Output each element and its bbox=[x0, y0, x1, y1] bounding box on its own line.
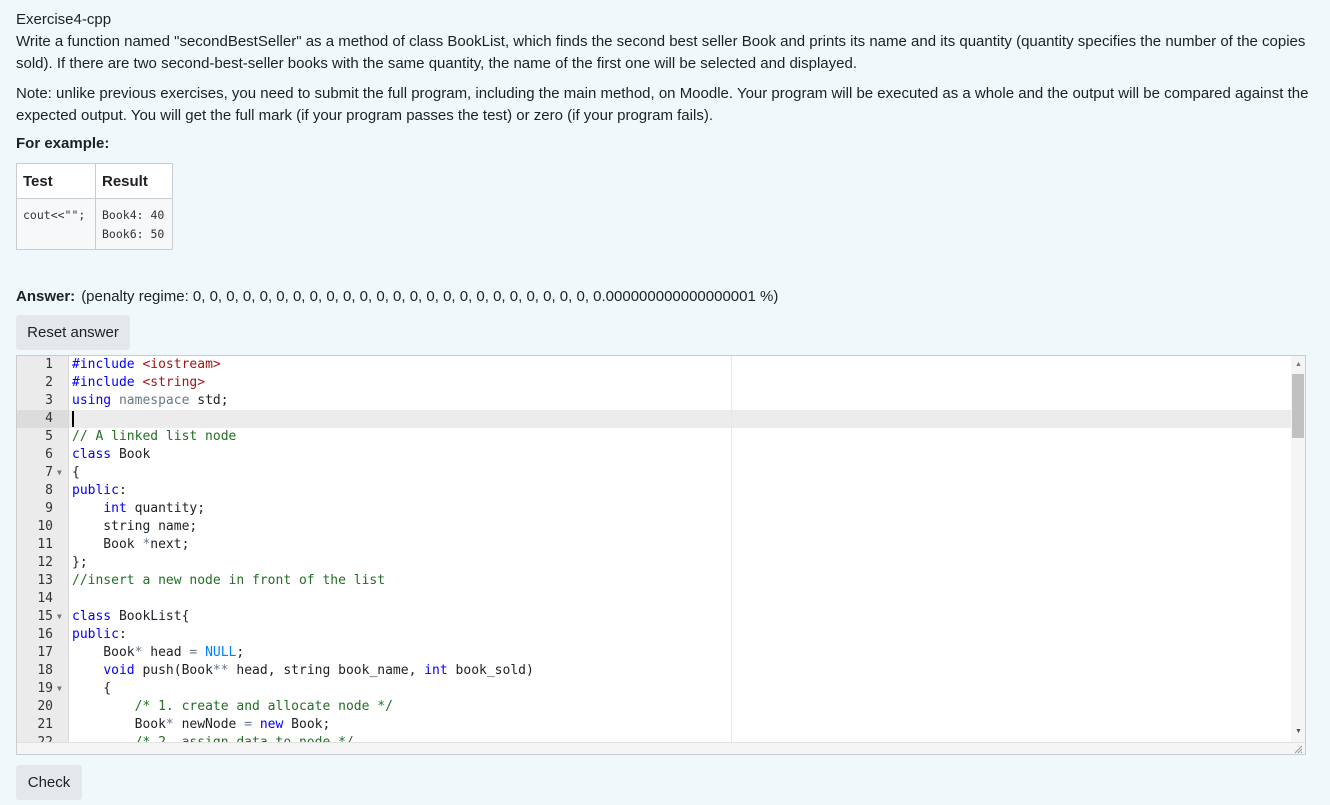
code-line: 11 Book *next; bbox=[17, 536, 1305, 554]
code-line: 6 class Book bbox=[17, 446, 1305, 464]
code-line: 19 ▼ { bbox=[17, 680, 1305, 698]
header-result: Result bbox=[95, 163, 173, 199]
code-editor[interactable]: 1 #include <iostream> 2 #include <string> … bbox=[16, 355, 1306, 755]
line-number: 10 bbox=[37, 519, 53, 534]
code-line: 4 bbox=[17, 410, 1305, 428]
code-line: 9 int quantity; bbox=[17, 500, 1305, 518]
line-number: 11 bbox=[37, 537, 53, 552]
example-table-header: Test Result bbox=[16, 163, 173, 199]
editor-resize-bar bbox=[17, 742, 1305, 754]
penalty-regime: (penalty regime: 0, 0, 0, 0, 0, 0, 0, 0,… bbox=[81, 288, 779, 305]
code-line: 3 using namespace std; bbox=[17, 392, 1305, 410]
line-number: 17 bbox=[37, 645, 53, 660]
code-line: 10 string name; bbox=[17, 518, 1305, 536]
line-number: 9 bbox=[45, 501, 53, 516]
answer-label: Answer: bbox=[16, 288, 76, 305]
question-text: Write a function named "secondBestSeller… bbox=[16, 33, 1306, 72]
table-row: cout<<""; Book4: 40 Book6: 50 bbox=[16, 198, 173, 250]
fold-arrow-icon[interactable]: ▼ bbox=[57, 608, 62, 626]
code-line: 13//insert a new node in front of the li… bbox=[17, 572, 1305, 590]
code-line: 18 void push(Book** head, string book_na… bbox=[17, 662, 1305, 680]
code-line: 15 ▼ class BookList{ bbox=[17, 608, 1305, 626]
answer-label-line: Answer: (penalty regime: 0, 0, 0, 0, 0, 0… bbox=[16, 288, 778, 305]
line-number: 15 bbox=[37, 609, 53, 624]
line-number: 1 bbox=[45, 357, 53, 372]
line-number: 6 bbox=[45, 447, 53, 462]
code-line: 14 bbox=[17, 590, 1305, 608]
text-cursor bbox=[72, 411, 74, 427]
line-number: 8 bbox=[45, 483, 53, 498]
code-line: 7 ▼{ bbox=[17, 464, 1305, 482]
scroll-down-icon[interactable]: ▼ bbox=[1295, 728, 1302, 735]
line-number: 16 bbox=[37, 627, 53, 642]
example-table: Test Result cout<<""; Book4: 40 Book6: 5… bbox=[16, 163, 173, 250]
code-lines: 1 #include <iostream> 2 #include <string> … bbox=[17, 356, 1305, 752]
code-line: 8 public: bbox=[17, 482, 1305, 500]
line-number: 12 bbox=[37, 555, 53, 570]
code-line: 1 #include <iostream> bbox=[17, 356, 1305, 374]
code-line: 20 /* 1. create and allocate node */ bbox=[17, 698, 1305, 716]
line-number: 3 bbox=[45, 393, 53, 408]
fold-arrow-icon[interactable]: ▼ bbox=[57, 464, 62, 482]
header-test: Test bbox=[16, 163, 96, 199]
line-number: 2 bbox=[45, 375, 53, 390]
line-number: 13 bbox=[37, 573, 53, 588]
line-number: 14 bbox=[37, 591, 53, 606]
code-line: 17 Book* head = NULL; bbox=[17, 644, 1305, 662]
quiz-page: Exercise4-cpp Write a function named "se… bbox=[0, 0, 1330, 805]
question-title: Exercise4-cpp bbox=[16, 11, 112, 28]
result-cell: Book4: 40 Book6: 50 bbox=[95, 198, 173, 250]
scroll-thumb[interactable] bbox=[1292, 374, 1304, 438]
result-line: Book6: 50 bbox=[102, 227, 165, 241]
fold-arrow-icon[interactable]: ▼ bbox=[57, 680, 62, 698]
resize-handle-icon[interactable] bbox=[1293, 744, 1303, 754]
code-line: 5// A linked list node bbox=[17, 428, 1305, 446]
line-number: 20 bbox=[37, 699, 53, 714]
code-line: 2 #include <string> bbox=[17, 374, 1305, 392]
reset-answer-button[interactable]: Reset answer bbox=[16, 315, 130, 350]
code-line: 12}; bbox=[17, 554, 1305, 572]
line-number: 19 bbox=[37, 681, 53, 696]
test-cell: cout<<""; bbox=[16, 198, 96, 250]
line-number: 18 bbox=[37, 663, 53, 678]
line-number: 4 bbox=[45, 411, 53, 426]
line-number: 7 bbox=[45, 465, 53, 480]
result-line: Book4: 40 bbox=[102, 208, 165, 222]
question-note: Note: unlike previous exercises, you nee… bbox=[16, 85, 1309, 124]
for-example-heading: For example: bbox=[16, 135, 110, 152]
code-line: 21 Book* newNode = new Book; bbox=[17, 716, 1305, 734]
editor-scrollbar[interactable]: ▲ ▼ bbox=[1291, 356, 1305, 742]
scroll-up-icon[interactable]: ▲ bbox=[1295, 361, 1302, 368]
line-number: 21 bbox=[37, 717, 53, 732]
check-button[interactable]: Check bbox=[16, 765, 82, 800]
code-line: 16 public: bbox=[17, 626, 1305, 644]
line-number: 5 bbox=[45, 429, 53, 444]
